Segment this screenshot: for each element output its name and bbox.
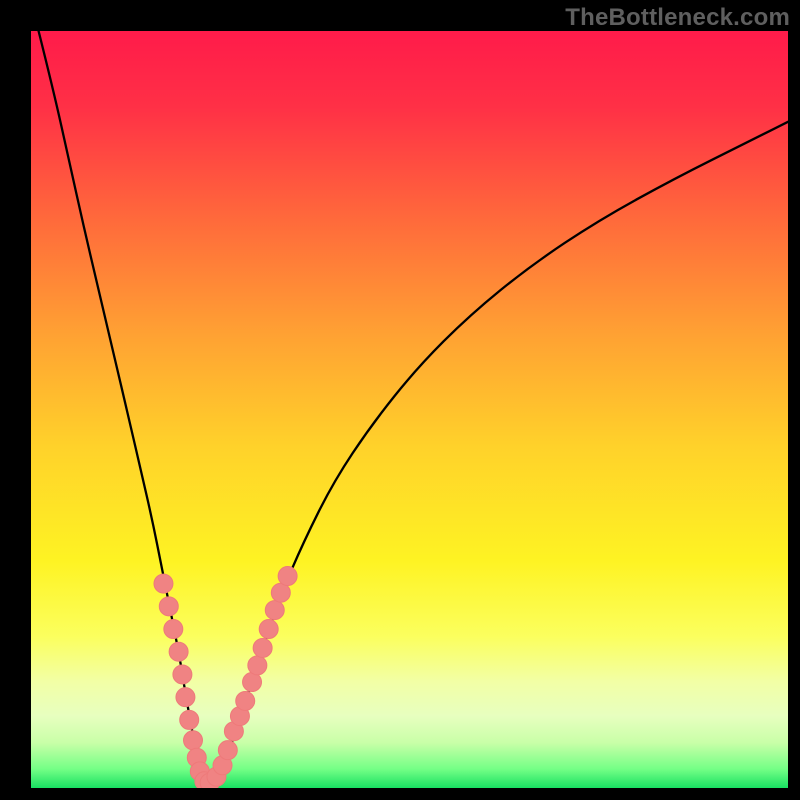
chart-svg bbox=[31, 31, 788, 788]
chart-background bbox=[31, 31, 788, 788]
sample-point bbox=[169, 642, 188, 661]
sample-point bbox=[271, 583, 290, 602]
sample-point bbox=[218, 741, 237, 760]
watermark-text: TheBottleneck.com bbox=[565, 4, 790, 32]
sample-point bbox=[236, 691, 255, 710]
sample-point bbox=[176, 688, 195, 707]
sample-point bbox=[164, 620, 183, 639]
plot-area bbox=[31, 31, 788, 788]
sample-point bbox=[154, 574, 173, 593]
chart-frame: TheBottleneck.com bbox=[0, 0, 800, 800]
sample-point bbox=[253, 638, 272, 657]
sample-point bbox=[173, 665, 192, 684]
sample-point bbox=[259, 620, 278, 639]
sample-point bbox=[184, 731, 203, 750]
sample-point bbox=[248, 656, 267, 675]
sample-point bbox=[180, 710, 199, 729]
sample-point bbox=[265, 601, 284, 620]
sample-point bbox=[278, 567, 297, 586]
sample-point bbox=[243, 673, 262, 692]
sample-point bbox=[159, 597, 178, 616]
